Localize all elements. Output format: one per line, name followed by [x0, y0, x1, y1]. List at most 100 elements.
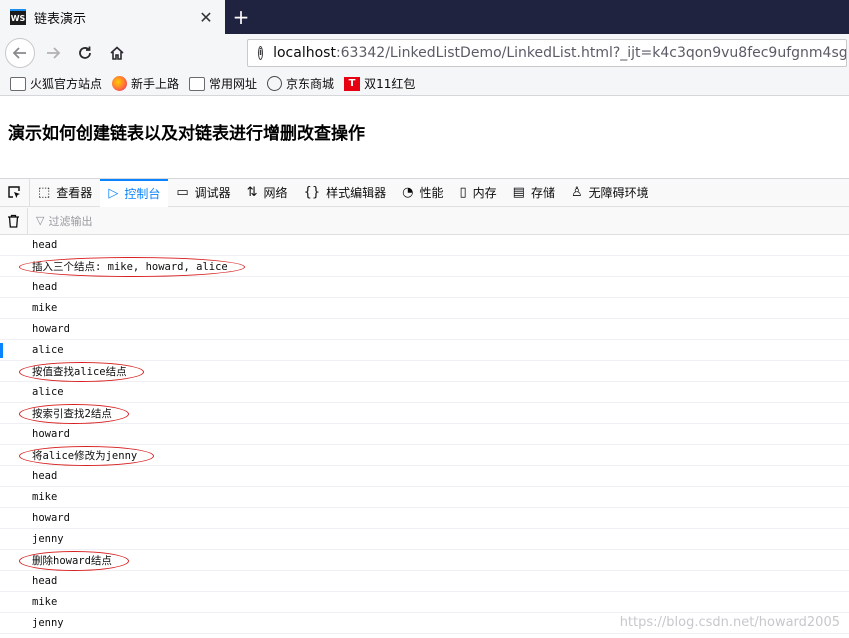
title-bar: WS 链表演示 ✕ + [0, 0, 849, 34]
console-icon: ▷ [108, 186, 119, 201]
devtools-tab[interactable]: ▭ 调试器 [168, 179, 238, 207]
console-message-text: howard [32, 428, 70, 440]
console-filter-bar: ▽ 过滤输出 [0, 207, 849, 235]
filter-output-input[interactable]: ▽ 过滤输出 [36, 213, 92, 229]
devtools-tab-label: 存储 [530, 186, 555, 200]
bookmark-item[interactable]: 火狐官方站点 [10, 75, 102, 92]
inspector-icon: ⬚ [38, 185, 51, 200]
console-message[interactable]: 插入三个结点: mike, howard, alice [0, 256, 849, 277]
bookmark-item[interactable]: 新手上路 [112, 75, 179, 92]
devtools-toolbar: ⬚ 查看器 ▷ 控制台 ▭ 调试器 ⇅ 网络 {} 样式编辑器 ◔ 性能 ▯ 内存 ▤ 存储 ♙ 无障碍环境 [0, 178, 849, 207]
console-message[interactable]: head [0, 277, 849, 298]
console-message[interactable]: 按索引查找2结点 [0, 403, 849, 424]
devtools-tab-label: 内存 [472, 186, 497, 200]
console-message-text: head [32, 470, 58, 482]
info-icon[interactable]: i [258, 46, 264, 60]
back-button[interactable] [5, 38, 35, 68]
globe-icon [267, 76, 283, 91]
devtools-tab-label: 查看器 [56, 186, 93, 200]
console-message[interactable]: mike [0, 487, 849, 508]
folder-icon [10, 76, 26, 91]
console-message[interactable]: 按值查找alice结点 [0, 361, 849, 382]
watermark: https://blog.csdn.net/howard2005 [619, 615, 840, 630]
devtools-tab-label: 无障碍环境 [588, 186, 649, 200]
url-text[interactable]: localhost:63342/LinkedListDemo/LinkedLis… [273, 45, 846, 61]
console-message-text: mike [32, 491, 58, 503]
element-picker-icon [8, 186, 20, 198]
console-message[interactable]: howard [0, 508, 849, 529]
console-message[interactable]: head [0, 235, 849, 256]
devtools-tab[interactable]: {} 样式编辑器 [296, 179, 395, 207]
close-tab-icon[interactable]: ✕ [195, 6, 217, 28]
red-ellipse-annotation [19, 362, 144, 382]
devtools-tab[interactable]: ▤ 存储 [505, 179, 563, 207]
filter-placeholder: 过滤输出 [48, 214, 93, 228]
console-message[interactable]: alice [0, 340, 849, 361]
home-button[interactable] [102, 38, 132, 68]
console-message-text: head [32, 239, 58, 251]
page-heading: 演示如何创建链表以及对链表进行增删改查操作 [8, 124, 365, 144]
reload-button[interactable] [70, 38, 100, 68]
performance-icon: ◔ [402, 185, 414, 200]
console-message[interactable]: 删除howard结点 [0, 550, 849, 571]
browser-tab[interactable]: WS 链表演示 ✕ [0, 0, 225, 34]
folder-icon [189, 76, 206, 91]
console-message-text: jenny [32, 533, 64, 545]
webstorm-icon: WS [10, 9, 26, 25]
forward-button[interactable] [38, 38, 68, 68]
console-message[interactable]: head [0, 571, 849, 592]
console-message[interactable]: head [0, 466, 849, 487]
memory-icon: ▯ [459, 185, 467, 200]
console-message[interactable]: alice [0, 382, 849, 403]
devtools-tab[interactable]: ▯ 内存 [451, 179, 504, 207]
tab-title: 链表演示 [34, 11, 87, 27]
console-message-text: howard [32, 512, 70, 524]
console-message[interactable]: mike [0, 592, 849, 613]
url-host: localhost [273, 45, 336, 61]
bookmark-label: 新手上路 [131, 77, 180, 91]
console-message[interactable]: howard [0, 319, 849, 340]
console-message-text: jenny [32, 617, 64, 629]
devtools-tab-label: 网络 [263, 186, 288, 200]
devtools-tab[interactable]: ⇅ 网络 [239, 179, 296, 207]
home-icon [110, 46, 124, 60]
devtools-tab[interactable]: ◔ 性能 [394, 179, 451, 207]
console-message[interactable]: mike [0, 298, 849, 319]
bookmark-item[interactable]: 常用网址 [189, 75, 257, 92]
console-message-text: alice [32, 344, 64, 356]
bookmark-label: 常用网址 [209, 77, 258, 91]
console-message-text: head [32, 281, 58, 293]
devtools-tab-label: 性能 [419, 186, 444, 200]
page-content: 演示如何创建链表以及对链表进行增删改查操作 [0, 97, 849, 178]
console-output: head 插入三个结点: mike, howard, alice head mike h… [0, 235, 849, 638]
console-message-text: head [32, 575, 58, 587]
storage-icon: ▤ [512, 185, 525, 200]
accessibility-icon: ♙ [570, 185, 583, 200]
console-message-text: mike [32, 596, 58, 608]
devtools-tab[interactable]: ⬚ 查看器 [30, 179, 100, 207]
console-message[interactable]: howard [0, 424, 849, 445]
bookmark-label: 火狐官方站点 [30, 77, 103, 91]
new-tab-button[interactable]: + [229, 5, 253, 29]
t-icon: T [344, 76, 361, 91]
devtools-tab[interactable]: ▷ 控制台 [100, 178, 169, 207]
clear-console-button[interactable] [0, 207, 28, 234]
console-message[interactable]: jenny [0, 529, 849, 550]
network-icon: ⇅ [246, 185, 258, 200]
firefox-icon [112, 76, 128, 91]
bookmarks-toolbar: 火狐官方站点 新手上路 常用网址 京东商城 T 双11红包 [0, 72, 849, 96]
devtools-tab-label: 样式编辑器 [326, 186, 387, 200]
red-ellipse-annotation [19, 404, 129, 424]
url-bar[interactable]: i localhost:63342/LinkedListDemo/LinkedL… [247, 39, 847, 67]
bookmark-item[interactable]: T 双11红包 [344, 75, 415, 92]
element-picker-button[interactable] [0, 178, 30, 207]
devtools-tab-label: 控制台 [124, 187, 161, 201]
bookmark-label: 双11红包 [364, 77, 416, 91]
console-message-text: mike [32, 302, 58, 314]
devtools-tab[interactable]: ♙ 无障碍环境 [563, 179, 657, 207]
console-message[interactable]: 将alice修改为jenny [0, 445, 849, 466]
red-ellipse-annotation [19, 257, 245, 277]
bookmark-item[interactable]: 京东商城 [267, 75, 334, 92]
reload-icon [79, 46, 91, 59]
navigation-bar: i localhost:63342/LinkedListDemo/LinkedL… [0, 34, 849, 72]
